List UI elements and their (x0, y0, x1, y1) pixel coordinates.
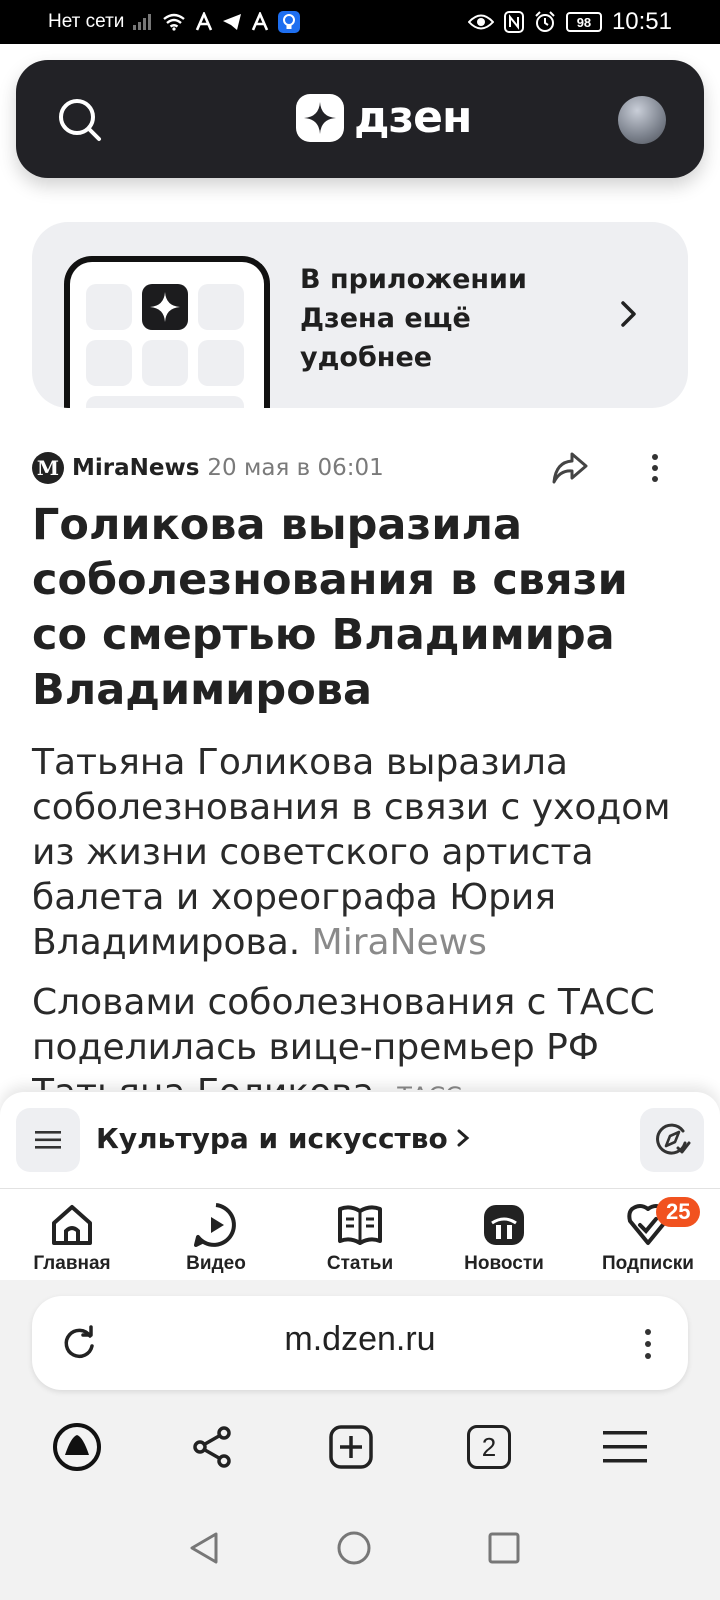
lead-source-link[interactable]: MiraNews (312, 922, 487, 963)
phone-illustration (64, 256, 270, 408)
article-meta: M MiraNews 20 мая в 06:01 (32, 448, 688, 488)
clock: 10:51 (611, 8, 672, 35)
app-a-icon-2 (250, 12, 270, 32)
articles-icon (338, 1205, 382, 1245)
dzen-logo[interactable]: дзен (296, 92, 472, 143)
address-bar[interactable]: m.dzen.ru (32, 1296, 688, 1390)
tab-news[interactable]: Новости (432, 1189, 576, 1280)
back-triangle-icon (190, 1532, 218, 1564)
source-logo[interactable]: M (32, 452, 64, 484)
article-headline: Голикова выразила соболезнования в связи… (32, 500, 628, 715)
nfc-icon (503, 11, 524, 33)
source-name[interactable]: MiraNews (72, 455, 199, 481)
logo-text: дзен (354, 92, 472, 143)
tab-articles[interactable]: Статьи (288, 1189, 432, 1280)
plus-square-icon (329, 1425, 373, 1469)
chevron-right-icon (612, 298, 644, 330)
lightbulb-icon (278, 11, 301, 33)
promo-text: В приложении Дзена ещё удобнее (300, 264, 527, 373)
app-a-icon (194, 12, 214, 32)
news-icon (484, 1205, 524, 1245)
browser-menu-button[interactable] (638, 1324, 658, 1364)
app-header: дзен (16, 60, 704, 178)
notification-badge: 25 (656, 1197, 701, 1227)
new-tab-button[interactable] (324, 1420, 378, 1474)
battery-indicator: 98 (565, 12, 602, 32)
user-avatar[interactable] (618, 96, 666, 144)
hamburger-icon (35, 1131, 61, 1149)
signal-icon (132, 13, 154, 31)
wifi-icon (162, 13, 186, 31)
home-icon (52, 1205, 92, 1245)
article-paragraph: Словами соболезнования с ТАСС поделилась… (32, 980, 696, 1090)
topic-link[interactable]: Культура и искусство (96, 1122, 470, 1155)
paragraph-text: Словами соболезнования с ТАСС поделилась… (32, 982, 655, 1090)
tabs-button[interactable]: 2 (462, 1420, 516, 1474)
alice-button[interactable] (50, 1420, 104, 1474)
tab-subscriptions[interactable]: Подписки 25 (576, 1189, 720, 1280)
search-icon (59, 99, 101, 141)
network-status: Нет сети (48, 11, 125, 32)
tab-count: 2 (467, 1425, 511, 1469)
chevron-right-icon (456, 1122, 470, 1155)
topic-bar: Культура и искусство (0, 1092, 720, 1188)
eye-icon (467, 13, 494, 31)
share-button[interactable] (550, 448, 590, 488)
more-options-button[interactable] (638, 448, 672, 488)
back-nav-button[interactable] (184, 1528, 224, 1568)
recents-nav-button[interactable] (484, 1528, 524, 1568)
share-icon (552, 452, 588, 484)
dzen-app-icon (142, 284, 188, 330)
telegram-icon (222, 13, 242, 31)
bottom-tab-bar: Главная Видео Статьи Новости Подписки 25 (0, 1188, 720, 1280)
hamburger-icon (603, 1431, 647, 1463)
follow-topic-button[interactable] (640, 1108, 704, 1172)
url-text[interactable]: m.dzen.ru (32, 1320, 688, 1359)
video-icon (194, 1203, 236, 1247)
home-circle-icon (337, 1531, 371, 1565)
app-promo-banner[interactable]: В приложении Дзена ещё удобнее (32, 222, 688, 408)
system-nav-bar (0, 1502, 720, 1600)
home-nav-button[interactable] (334, 1528, 374, 1568)
browser-main-menu-button[interactable] (598, 1420, 652, 1474)
search-button[interactable] (56, 96, 104, 144)
share-page-button[interactable] (186, 1420, 240, 1474)
alice-icon (53, 1423, 101, 1471)
paragraph-source-link[interactable]: ТАСС (397, 1082, 462, 1090)
share-nodes-icon (193, 1426, 231, 1468)
tab-video[interactable]: Видео (144, 1189, 288, 1280)
menu-button[interactable] (16, 1108, 80, 1172)
dzen-star-icon (296, 94, 344, 142)
compass-check-icon (656, 1123, 691, 1155)
publish-date: 20 мая в 06:01 (207, 455, 384, 481)
browser-chrome: m.dzen.ru 2 (0, 1280, 720, 1600)
recents-square-icon (488, 1532, 520, 1564)
article-lead: Татьяна Голикова выразила соболезнования… (32, 740, 696, 965)
tab-home[interactable]: Главная (0, 1189, 144, 1280)
browser-toolbar: 2 (0, 1420, 720, 1490)
alarm-icon (534, 11, 556, 33)
topic-label: Культура и искусство (96, 1122, 448, 1155)
status-bar: Нет сети 98 10:51 (0, 0, 720, 44)
